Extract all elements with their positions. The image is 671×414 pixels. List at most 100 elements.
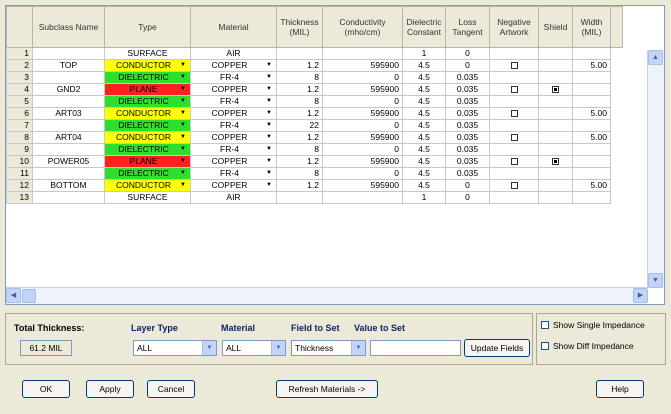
dielectric-constant-cell[interactable]: 4.5: [402, 167, 446, 180]
conductivity-cell[interactable]: 0: [322, 71, 403, 84]
shield-cell[interactable]: [538, 119, 573, 132]
layer-type-cell[interactable]: DIELECTRIC ▼: [104, 143, 191, 156]
checkbox-icon[interactable]: [552, 86, 559, 94]
width-cell[interactable]: [572, 167, 611, 180]
negative-artwork-cell[interactable]: [489, 107, 539, 120]
dielectric-constant-cell[interactable]: 4.5: [402, 59, 446, 72]
thickness-header[interactable]: Thickness (MIL): [276, 6, 323, 48]
chevron-down-icon[interactable]: ▼: [265, 61, 273, 71]
thickness-cell[interactable]: 1.2: [276, 131, 323, 144]
thickness-cell[interactable]: 1.2: [276, 155, 323, 168]
chevron-down-icon[interactable]: ▼: [179, 61, 187, 71]
chevron-down-icon[interactable]: ▼: [265, 169, 273, 179]
material-cell[interactable]: FR-4 ▼: [190, 71, 277, 84]
table-row[interactable]: 6 ART03 CONDUCTOR ▼ COPPER ▼ 1.2 595900 4.5 0.035…: [6, 107, 623, 120]
checkbox-icon[interactable]: [510, 110, 518, 118]
loss-tangent-cell[interactable]: 0: [445, 191, 490, 204]
shield-cell[interactable]: [538, 107, 573, 120]
chevron-down-icon[interactable]: ▼: [265, 97, 273, 107]
width-cell[interactable]: 5.00: [572, 179, 611, 192]
shield-cell[interactable]: [538, 95, 573, 108]
width-cell[interactable]: [572, 119, 611, 132]
conductivity-cell[interactable]: 595900: [322, 131, 403, 144]
value-to-set-input[interactable]: [370, 340, 461, 356]
layer-type-cell[interactable]: SURFACE: [104, 47, 191, 60]
table-row[interactable]: 2 TOP CONDUCTOR ▼ COPPER ▼ 1.2 595900 4.5 0 5.00: [6, 59, 623, 72]
conductivity-cell[interactable]: 595900: [322, 179, 403, 192]
field-to-set-select[interactable]: Thickness ▼: [291, 340, 366, 356]
material-cell[interactable]: FR-4 ▼: [190, 167, 277, 180]
thickness-cell[interactable]: 1.2: [276, 83, 323, 96]
shield-header[interactable]: Shield: [538, 6, 573, 48]
negative-artwork-cell[interactable]: [489, 71, 539, 84]
dielectric-header[interactable]: Dielectric Constant: [402, 6, 446, 48]
chevron-down-icon[interactable]: ▼: [271, 341, 285, 355]
subclass-name-cell[interactable]: ART03: [32, 107, 105, 120]
chevron-down-icon[interactable]: ▼: [179, 97, 187, 107]
layer-type-cell[interactable]: PLANE ▼: [104, 155, 191, 168]
chevron-down-icon[interactable]: ▼: [179, 169, 187, 179]
width-cell[interactable]: [572, 155, 611, 168]
shield-cell[interactable]: [538, 47, 573, 60]
conductivity-header[interactable]: Conductivity (mho/cm): [322, 6, 403, 48]
checkbox-icon[interactable]: [510, 182, 518, 190]
loss-tangent-cell[interactable]: 0.035: [445, 107, 490, 120]
shield-cell[interactable]: [538, 131, 573, 144]
chevron-down-icon[interactable]: ▼: [265, 145, 273, 155]
thickness-cell[interactable]: [276, 47, 323, 60]
material-cell[interactable]: COPPER ▼: [190, 107, 277, 120]
subclass-name-cell[interactable]: [32, 71, 105, 84]
material-cell[interactable]: COPPER ▼: [190, 155, 277, 168]
width-cell[interactable]: 5.00: [572, 59, 611, 72]
shield-cell[interactable]: [538, 167, 573, 180]
chevron-down-icon[interactable]: ▼: [265, 121, 273, 131]
negative-artwork-cell[interactable]: [489, 83, 539, 96]
dielectric-constant-cell[interactable]: 4.5: [402, 155, 446, 168]
thickness-cell[interactable]: 8: [276, 71, 323, 84]
chevron-down-icon[interactable]: ▼: [265, 85, 273, 95]
checkbox-icon[interactable]: [510, 62, 518, 70]
shield-cell[interactable]: [538, 179, 573, 192]
width-cell[interactable]: [572, 191, 611, 204]
layer-type-cell[interactable]: CONDUCTOR ▼: [104, 131, 191, 144]
dielectric-constant-cell[interactable]: 4.5: [402, 83, 446, 96]
show-single-impedance-checkbox[interactable]: Show Single Impedance: [541, 320, 645, 330]
material-cell[interactable]: FR-4 ▼: [190, 143, 277, 156]
negative-artwork-header[interactable]: Negative Artwork: [489, 6, 539, 48]
shield-cell[interactable]: [538, 71, 573, 84]
vertical-scrollbar[interactable]: ▲ ▼: [647, 50, 664, 288]
conductivity-cell[interactable]: 595900: [322, 83, 403, 96]
cancel-button[interactable]: Cancel: [147, 380, 195, 398]
subclass-name-cell[interactable]: [32, 119, 105, 132]
chevron-down-icon[interactable]: ▼: [179, 145, 187, 155]
chevron-down-icon[interactable]: ▼: [265, 157, 273, 167]
scroll-up-icon[interactable]: ▲: [648, 50, 663, 65]
ok-button[interactable]: OK: [22, 380, 70, 398]
chevron-down-icon[interactable]: ▼: [265, 73, 273, 83]
horizontal-scrollbar[interactable]: ◀ ▶: [6, 287, 648, 304]
negative-artwork-cell[interactable]: [489, 119, 539, 132]
shield-cell[interactable]: [538, 83, 573, 96]
chevron-down-icon[interactable]: ▼: [179, 109, 187, 119]
dielectric-constant-cell[interactable]: 4.5: [402, 95, 446, 108]
layer-type-cell[interactable]: CONDUCTOR ▼: [104, 179, 191, 192]
width-cell[interactable]: 5.00: [572, 131, 611, 144]
material-cell[interactable]: AIR: [190, 191, 277, 204]
loss-tangent-cell[interactable]: 0: [445, 179, 490, 192]
width-cell[interactable]: [572, 47, 611, 60]
dielectric-constant-cell[interactable]: 1: [402, 47, 446, 60]
subclass-name-cell[interactable]: GND2: [32, 83, 105, 96]
width-cell[interactable]: [572, 71, 611, 84]
dielectric-constant-cell[interactable]: 4.5: [402, 143, 446, 156]
negative-artwork-cell[interactable]: [489, 59, 539, 72]
subclass-header[interactable]: Subclass Name: [32, 6, 105, 48]
checkbox-icon[interactable]: [510, 158, 518, 166]
negative-artwork-cell[interactable]: [489, 95, 539, 108]
table-row[interactable]: 13 SURFACE AIR 1 0: [6, 191, 623, 204]
table-row[interactable]: 5 DIELECTRIC ▼ FR-4 ▼ 8 0 4.5 0.035: [6, 95, 623, 108]
dielectric-constant-cell[interactable]: 4.5: [402, 71, 446, 84]
material-cell[interactable]: COPPER ▼: [190, 179, 277, 192]
scroll-left-icon[interactable]: ◀: [6, 288, 21, 303]
thickness-cell[interactable]: 8: [276, 95, 323, 108]
table-row[interactable]: 1 SURFACE AIR 1 0: [6, 47, 623, 60]
